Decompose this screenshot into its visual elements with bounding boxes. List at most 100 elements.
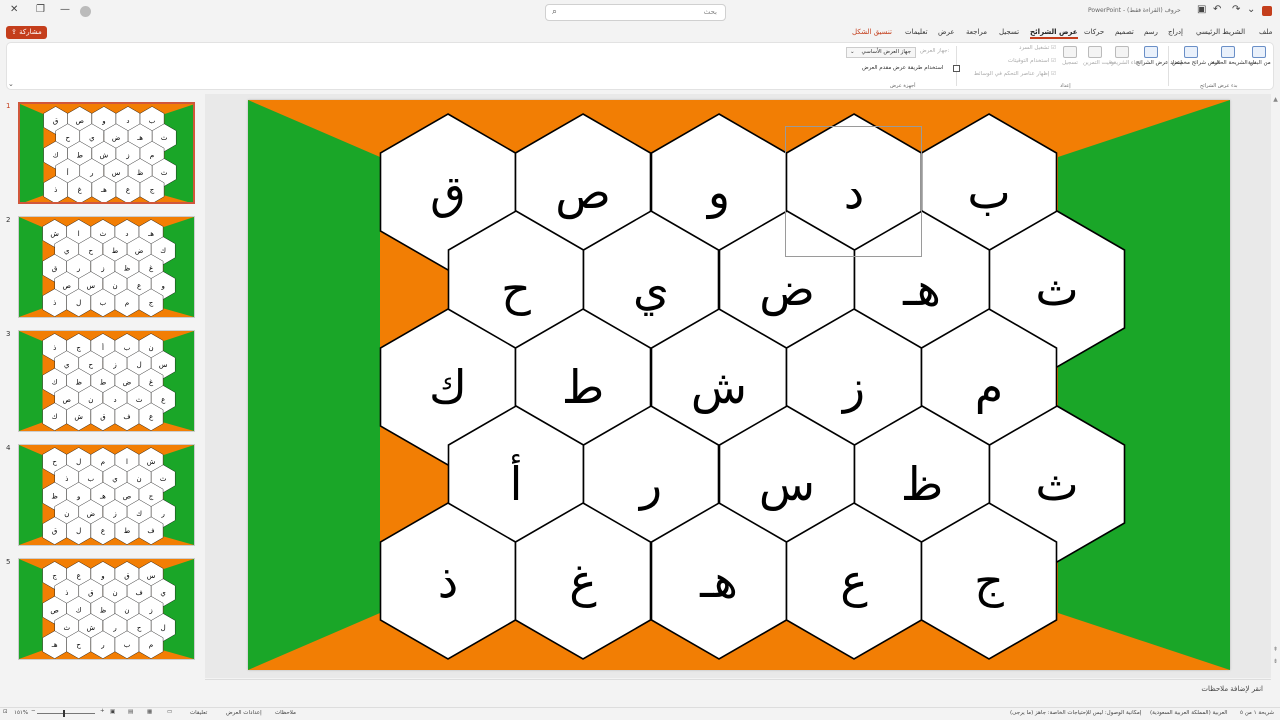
display-settings-button[interactable]: إعدادات العرض — [226, 710, 262, 716]
thumbnail-hex-letter: ر — [160, 510, 164, 518]
close-icon[interactable]: ✕ — [10, 4, 18, 15]
thumbnail-hex-letter: ي — [112, 475, 118, 483]
tab-shape-format[interactable]: تنسيق الشكل — [852, 28, 892, 36]
thumbnail-hex-letter: ش — [147, 458, 156, 466]
save-icon[interactable]: ▣ — [1197, 4, 1206, 15]
notes-pane[interactable]: انقر لإضافة ملاحظات — [205, 679, 1271, 699]
thumbnail-hex-letter: ص — [75, 117, 83, 125]
share-label: مشاركة — [19, 28, 42, 36]
record-icon — [1063, 46, 1077, 58]
thumbnail-hex-letter: ن — [112, 589, 117, 597]
prev-slide-icon[interactable]: ⇞ — [1272, 646, 1279, 653]
thumbnail-hex-letter: هـ — [100, 186, 107, 194]
tab-help[interactable]: تعليمات — [905, 28, 928, 36]
slide-thumbnail[interactable]: ح ل م ا ش ذ ب ي ن ث ظ و هـ ص ج ن ض ز ك ر ق ل ع ط ف — [18, 444, 195, 546]
language-indicator[interactable]: العربية (المملكة العربية السعودية) — [1150, 710, 1228, 716]
comments-button[interactable]: تعليقات — [190, 710, 207, 716]
thumbnail-hex-letter: س — [112, 169, 121, 177]
share-button[interactable]: ⇪ مشاركة — [6, 26, 47, 39]
hex-letter: ر — [638, 457, 662, 511]
presenter-view-checkbox[interactable]: استخدام طريقة عرض مقدم العرض — [862, 65, 960, 72]
thumbnail-hex-letter: ر — [76, 265, 80, 273]
fit-to-window-icon[interactable]: ⊡ — [3, 709, 8, 715]
thumbnail-hex-letter: م — [101, 458, 105, 466]
next-slide-icon[interactable]: ⇟ — [1272, 658, 1279, 665]
thumbnail-hex-letter: ث — [161, 134, 168, 142]
tab-draw[interactable]: رسم — [1144, 28, 1158, 36]
setup-icon — [1144, 46, 1158, 58]
thumbnail-hex-letter: ب — [100, 299, 107, 307]
slide-thumbnail[interactable]: ش ا ث د هـ ي ح ط ض ك ق ر ز ظ غ ص س ن ع و ذ ل ب م ج — [18, 216, 195, 318]
search-box[interactable]: ⌕ بحث — [545, 4, 726, 21]
redo-icon[interactable]: ↷ — [1232, 4, 1240, 15]
thumbnail-hex-letter: ط — [112, 247, 118, 255]
thumbnail-hex-letter: ط — [76, 152, 82, 160]
slide-thumbnail[interactable]: ذجأبنيحزلسكظطضغصندثعكشقفع — [18, 330, 195, 432]
thumbnail-canvas: ح ل م ا شذ ب ي ن ثظ و هـ ص جن ض ز ك رق ل ع ط ف — [19, 445, 194, 545]
slide-thumbnail[interactable]: ج ع و ق س ذ ق ن ف ي ص ك ظ ن ز ث ش ر ح ل هـ ح ر ب م — [18, 558, 195, 660]
search-icon: ⌕ — [552, 7, 558, 17]
thumbnail-hex-letter: هـ — [147, 230, 154, 238]
notes-button[interactable]: ملاحظات — [275, 710, 296, 716]
zoom-level[interactable]: ١٥١% — [14, 710, 28, 716]
reading-view-icon[interactable]: ▤ — [128, 709, 133, 715]
thumbnail-hex-letter: س — [159, 361, 168, 369]
use-timings-label: استخدام التوقيتات — [1007, 58, 1050, 64]
play-narrations-label: تشغيل السرد — [1019, 45, 1050, 51]
rehearse-timings-button[interactable]: توقيت التمرين — [1083, 46, 1116, 66]
show-media-controls-checkbox[interactable]: إظهار عناصر التحكم في الوسائط ☑ — [960, 71, 1056, 77]
slide-thumbnail[interactable]: ق ص و د ب ح ي ض هـ ث ك ط ش ز م أ ر س ظ ث ذ غ هـ ع ج — [18, 102, 195, 204]
restore-icon[interactable]: ❐ — [36, 4, 45, 15]
thumbnail-hex-letter: د — [126, 117, 129, 125]
thumbnail-hex-letter: هـ — [136, 134, 143, 142]
thumbnail-hex-letter: و — [76, 493, 80, 501]
tab-design[interactable]: تصميم — [1115, 28, 1134, 36]
minimize-icon[interactable]: — — [60, 4, 70, 15]
presenter-view-label: استخدام طريقة عرض مقدم العرض — [862, 65, 944, 71]
thumbnail-canvas: ج ع و ق سذ ق ن ف يص ك ظ ن زث ش ر ح لهـ ح ر ب م — [19, 559, 194, 659]
tab-file[interactable]: ملف — [1259, 28, 1272, 36]
avatar[interactable] — [80, 6, 91, 17]
slide-sorter-icon[interactable]: ▦ — [147, 709, 152, 715]
zoom-slider[interactable] — [37, 713, 95, 714]
customize-icon[interactable]: ⌄ — [1247, 4, 1255, 15]
thumbnail-hex-letter: ك — [53, 152, 59, 160]
thumbnail-hex-letter: ز — [112, 361, 116, 369]
hex-letter: ظ — [901, 457, 944, 511]
monitor-label: جهاز العرض: — [920, 48, 950, 54]
thumbnail-hex-letter: ث — [100, 230, 107, 238]
slide-canvas: ق ص و د ب ح ي ض هـ ث ك ط ش ز م أ ر س ظ ث ذ غ هـ ع ج — [248, 100, 1230, 670]
undo-icon[interactable]: ↶ — [1213, 4, 1221, 15]
normal-view-icon[interactable]: ▭ — [167, 709, 172, 715]
use-timings-checkbox[interactable]: استخدام التوقيتات ☑ — [990, 58, 1056, 64]
tab-view[interactable]: عرض — [938, 28, 955, 36]
zoom-slider-thumb[interactable] — [63, 710, 65, 717]
zoom-in-icon[interactable]: + — [100, 708, 105, 714]
vertical-scrollbar[interactable]: ▲ ⇞ ⇟ — [1271, 94, 1280, 700]
record-button[interactable]: تسجيل — [1059, 46, 1081, 66]
collapse-ribbon-icon[interactable]: ⌄ — [8, 80, 14, 88]
tab-home[interactable]: الشريط الرئيسي — [1196, 28, 1245, 36]
thumbnail-hex-letter: ب — [124, 344, 131, 352]
tab-animations[interactable]: حركات — [1084, 28, 1104, 36]
play-narrations-checkbox[interactable]: تشغيل السرد ☑ — [990, 45, 1056, 51]
thumbnail-hex-letter: ف — [123, 413, 130, 421]
current-slide[interactable]: ق ص و د ب ح ي ض هـ ث ك ط ش ز م أ ر س ظ ث ذ غ هـ ع ج — [248, 100, 1230, 670]
tab-slideshow[interactable]: عرض الشرائح — [1030, 28, 1078, 39]
tab-insert[interactable]: إدراج — [1168, 28, 1183, 36]
slideshow-view-icon[interactable]: ▣ — [110, 709, 115, 715]
group-setup-label: إعداد — [1060, 83, 1071, 89]
accessibility-status[interactable]: إمكانية الوصول: ليس للإحتياجات الخاصة: ج… — [1010, 710, 1142, 716]
thumbnail-hex-letter: ز — [125, 152, 129, 160]
hex-letter: ك — [429, 360, 467, 414]
zoom-out-icon[interactable]: − — [31, 708, 36, 714]
checkbox-box[interactable] — [953, 65, 960, 72]
thumbnail-hex-letter: ج — [150, 186, 155, 194]
thumbnail-number: 1 — [6, 102, 11, 110]
tab-review[interactable]: مراجعة — [966, 28, 987, 36]
scroll-up-icon[interactable]: ▲ — [1272, 96, 1279, 103]
tab-record[interactable]: تسجيل — [999, 28, 1019, 36]
thumbnail-hex-letter: ش — [50, 230, 59, 238]
monitor-select[interactable]: جهاز العرض الأساسي ⌄ — [846, 47, 916, 58]
share-icon: ⇪ — [11, 28, 17, 36]
